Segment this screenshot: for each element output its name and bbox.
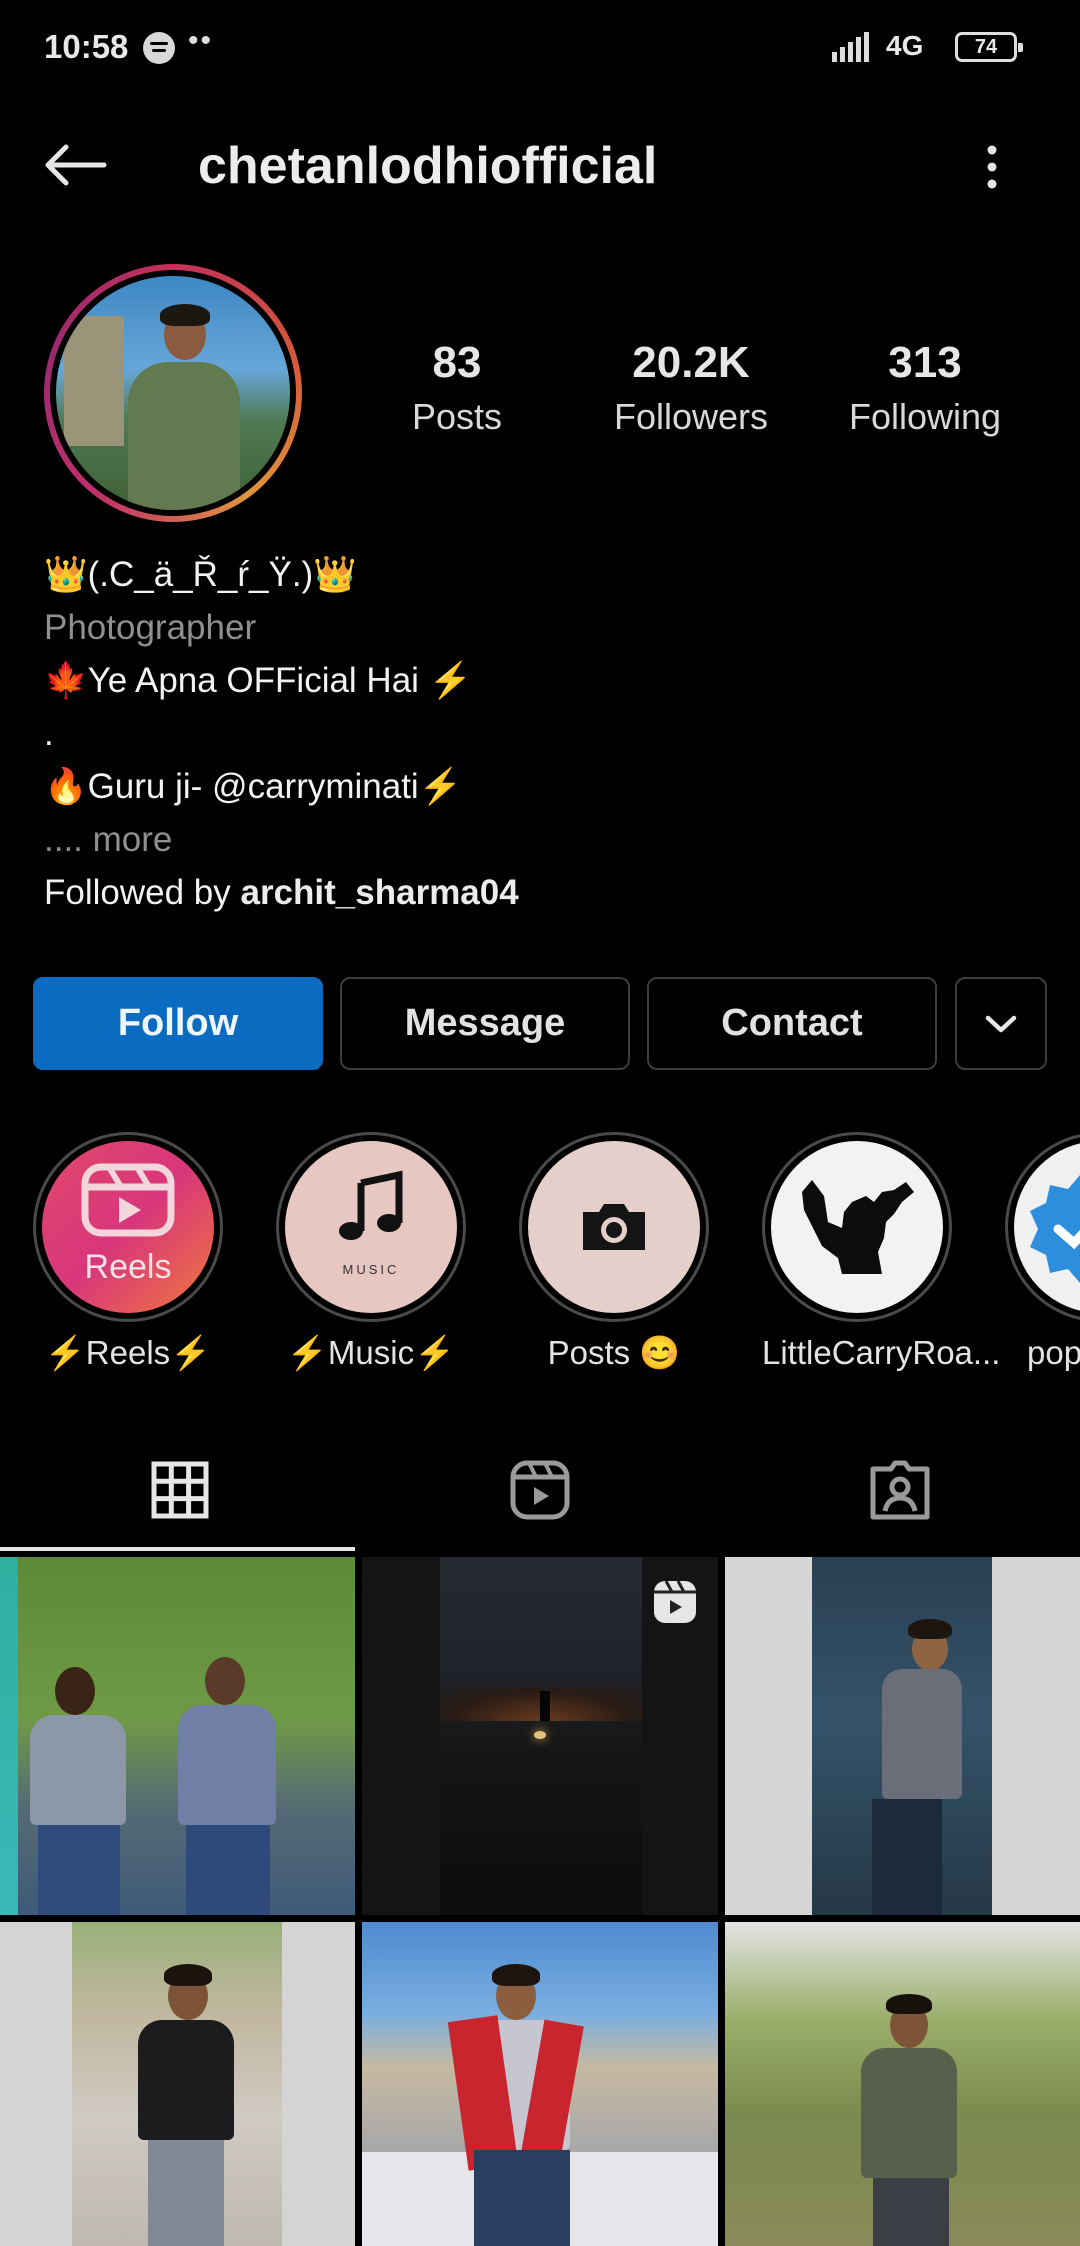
notification-dots: •• — [188, 24, 214, 57]
profile-header: chetanlodhiofficial — [0, 110, 1080, 220]
message-button[interactable]: Message — [340, 977, 630, 1070]
chevron-down-icon — [985, 1015, 1017, 1032]
bio-more-link[interactable]: .... more — [44, 813, 1044, 866]
suggestions-dropdown-button[interactable] — [955, 977, 1047, 1070]
active-tab-indicator — [0, 1547, 355, 1551]
tagged-icon — [870, 1460, 930, 1520]
silhouette-icon — [802, 1180, 914, 1274]
profile-username: chetanlodhiofficial — [198, 137, 658, 195]
followers-label: Followers — [613, 396, 769, 437]
followed-by[interactable]: Followed by archit_sharma04 — [44, 866, 1044, 919]
battery-icon: 74 — [955, 32, 1023, 62]
contact-button[interactable]: Contact — [647, 977, 937, 1070]
stat-posts[interactable]: 83 Posts — [347, 338, 567, 438]
display-name: 👑(.C_ä_Ř_ŕ_Ÿ.)👑 — [44, 555, 357, 594]
followers-count: 20.2K — [632, 338, 750, 387]
highlight-pop[interactable]: pop — [1005, 1132, 1080, 1372]
follow-button[interactable]: Follow — [33, 977, 323, 1070]
highlight-label: ⚡Music⚡ — [286, 1334, 456, 1371]
post-tile[interactable] — [0, 1557, 355, 1915]
followed-by-user: archit_sharma04 — [240, 873, 519, 912]
spotify-icon — [143, 32, 175, 64]
bio-line-2: . — [44, 714, 54, 753]
reels-icon — [81, 1163, 175, 1237]
reels-icon — [510, 1460, 570, 1520]
avatar — [56, 276, 290, 510]
reels-badge: Reels — [84, 1248, 172, 1286]
stat-following[interactable]: 313 Following — [815, 338, 1035, 438]
status-bar: 10:58 •• 4G 74 — [0, 0, 1080, 96]
posts-count: 83 — [432, 338, 482, 387]
post-tile[interactable] — [725, 1922, 1080, 2246]
music-badge: MUSIC — [342, 1262, 400, 1277]
highlight-label: pop — [1027, 1334, 1080, 1371]
verified-badge-icon — [1030, 1175, 1080, 1283]
posts-label: Posts — [411, 396, 503, 437]
camera-icon — [583, 1204, 645, 1250]
profile-bio: 👑(.C_ä_Ř_ŕ_Ÿ.)👑 Photographer 🍁Ye Apna OF… — [44, 548, 1044, 919]
post-tile[interactable] — [362, 1922, 718, 2246]
followed-by-prefix: Followed by — [44, 873, 241, 912]
highlight-music[interactable]: MUSIC ⚡Music⚡ — [276, 1132, 466, 1373]
stat-followers[interactable]: 20.2K Followers — [581, 338, 801, 438]
post-tile[interactable] — [362, 1557, 718, 1915]
arrow-left-icon[interactable] — [40, 140, 110, 190]
more-vertical-icon[interactable] — [974, 142, 1010, 192]
status-time: 10:58 — [44, 28, 129, 65]
highlight-reels[interactable]: Reels ⚡Reels⚡ — [33, 1132, 223, 1373]
following-count: 313 — [888, 338, 962, 387]
music-note-icon — [339, 1170, 403, 1240]
highlight-littlecarry[interactable]: LittleCarryRoa... — [762, 1132, 1001, 1372]
post-tile[interactable] — [0, 1922, 355, 2246]
battery-level: 74 — [974, 36, 998, 58]
highlight-label: ⚡Reels⚡ — [44, 1334, 212, 1371]
signal-icon — [832, 30, 869, 62]
reel-indicator-icon — [654, 1580, 696, 1623]
highlight-label: LittleCarryRoa... — [762, 1334, 1001, 1371]
following-label: Following — [848, 396, 1002, 437]
tab-posts-grid[interactable] — [0, 1430, 360, 1550]
tab-reels[interactable] — [360, 1430, 720, 1550]
highlight-posts[interactable]: Posts 😊 — [519, 1132, 709, 1373]
highlight-label: Posts 😊 — [547, 1334, 681, 1371]
story-ring[interactable] — [44, 264, 302, 522]
bio-line-1: 🍁Ye Apna OFFicial Hai ⚡ — [44, 661, 473, 700]
bio-line-3: 🔥Guru ji- @carryminati⚡ — [44, 767, 463, 806]
profile-tabs — [0, 1430, 1080, 1550]
tab-tagged[interactable] — [720, 1430, 1080, 1550]
grid-icon — [151, 1461, 209, 1519]
post-tile[interactable] — [725, 1557, 1080, 1915]
category-label: Photographer — [44, 608, 257, 647]
network-type: 4G — [886, 30, 924, 61]
